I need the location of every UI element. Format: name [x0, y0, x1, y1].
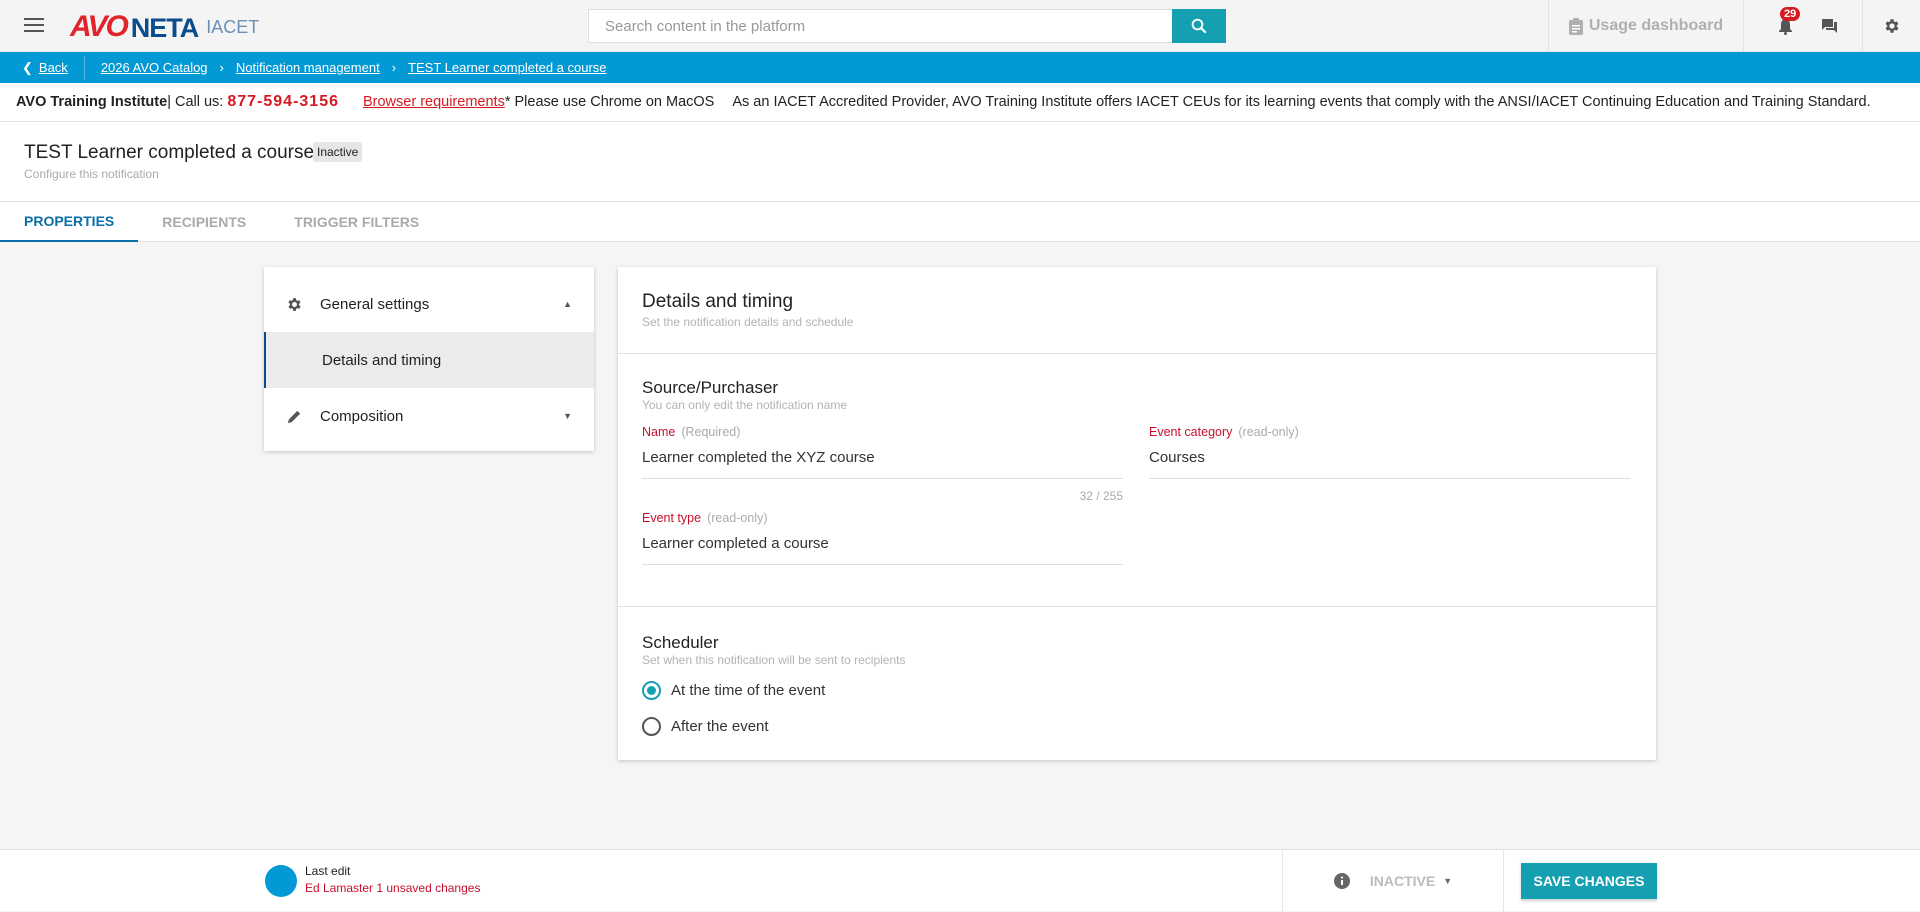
scheduler-header: Scheduler Set when this notification wil…	[642, 633, 905, 667]
section-subtitle: Set when this notification will be sent …	[642, 653, 906, 667]
section-title: Scheduler	[642, 633, 719, 652]
usage-dashboard-label: Usage dashboard	[1588, 17, 1724, 34]
clipboard-icon	[1568, 17, 1583, 35]
usage-dashboard-button[interactable]: Usage dashboard	[1548, 0, 1744, 52]
event-type-value: Learner completed a course	[642, 535, 1123, 565]
logo-iacet: IACET	[206, 17, 260, 37]
name-input[interactable]: Learner completed the XYZ course	[642, 449, 1123, 479]
section-subtitle: Set the notification details and schedul…	[642, 315, 854, 329]
tab-properties[interactable]: PROPERTIES	[0, 202, 139, 242]
gear-icon	[284, 296, 304, 313]
divider	[83, 55, 85, 80]
save-changes-button[interactable]: SAVE CHANGES	[1521, 863, 1657, 899]
chevron-left-icon: ❮	[22, 59, 33, 75]
radio-after-event[interactable]: After the event	[642, 717, 769, 736]
browser-note: * Please use Chrome on MacOS	[504, 94, 715, 110]
event-type-field: Event type (read-only) Learner completed …	[642, 511, 1123, 565]
nav-composition[interactable]: Composition ▼	[264, 388, 594, 444]
avatar	[265, 865, 297, 897]
page-header: TEST Learner completed a course Inactive…	[0, 122, 1920, 202]
section-subtitle: You can only edit the notification name	[642, 398, 848, 412]
status-dropdown[interactable]: INACTIVE ▼	[1282, 850, 1504, 912]
page-title: TEST Learner completed a course	[24, 142, 315, 163]
radio-label: At the time of the event	[671, 682, 826, 699]
browser-requirements-link[interactable]: Browser requirements	[363, 94, 505, 110]
phone-number: 877-594-3156	[227, 93, 339, 110]
chat-icon	[1821, 19, 1837, 33]
nav-details-and-timing[interactable]: Details and timing	[264, 332, 594, 388]
search-button[interactable]	[1172, 9, 1226, 43]
top-bar: AVO NETA IACET Search content in the platf…	[0, 0, 1920, 52]
field-label: Event category (read-only)	[1149, 425, 1299, 439]
caret-down-icon: ▼	[1443, 876, 1453, 886]
radio-selected-icon	[642, 681, 661, 700]
search-icon	[1191, 18, 1207, 34]
org-name: AVO Training Institute	[16, 94, 168, 110]
status-badge: Inactive	[313, 142, 363, 162]
hamburger-menu-icon[interactable]	[24, 16, 44, 34]
details-panel: Details and timing Set the notification …	[618, 267, 1656, 760]
settings-button[interactable]	[1862, 0, 1920, 52]
nav-label: Composition	[320, 407, 404, 425]
search-input[interactable]: Search content in the platform	[588, 9, 1172, 43]
notification-count-badge: 29	[1780, 7, 1801, 21]
info-icon	[1333, 873, 1350, 889]
tab-trigger-filters[interactable]: TRIGGER FILTERS	[270, 202, 443, 242]
event-category-value: Courses	[1149, 449, 1630, 479]
details-header: Details and timing Set the notification …	[618, 267, 1656, 354]
breadcrumb-notification-management[interactable]: Notification management	[236, 60, 380, 75]
info-banner: AVO Training Institute | Call us: 877-59…	[0, 83, 1920, 122]
logo-neta: NETA	[130, 13, 199, 43]
caret-down-icon: ▼	[563, 411, 572, 421]
accreditation-text: As an IACET Accredited Provider, AVO Tra…	[732, 94, 1871, 110]
settings-nav: General settings ▲ Details and timing Co…	[264, 267, 594, 451]
messages-button[interactable]	[1812, 0, 1846, 52]
field-label: Event type (read-only)	[642, 511, 768, 525]
caret-up-icon: ▲	[563, 299, 572, 309]
field-label: Name (Required)	[642, 425, 741, 439]
breadcrumb-catalog[interactable]: 2026 AVO Catalog	[101, 60, 208, 75]
unsaved-changes-text: Ed Lamaster 1 unsaved changes	[305, 881, 481, 895]
chevron-right-icon: ›	[391, 60, 397, 75]
radio-label: After the event	[671, 718, 769, 735]
nav-label: Details and timing	[322, 351, 442, 369]
page-subtitle: Configure this notification	[24, 167, 159, 181]
logo[interactable]: AVO NETA IACET	[70, 8, 259, 44]
breadcrumb-current[interactable]: TEST Learner completed a course	[408, 60, 606, 75]
radio-unselected-icon	[642, 717, 661, 736]
section-title: Details and timing	[642, 291, 794, 312]
event-category-field: Event category (read-only) Courses	[1149, 425, 1630, 479]
section-title: Source/Purchaser	[642, 378, 779, 397]
source-section: Source/Purchaser You can only edit the n…	[618, 354, 1656, 607]
call-label: | Call us:	[167, 94, 224, 110]
tab-recipients[interactable]: RECIPIENTS	[138, 202, 270, 242]
footer-bar: Last edit Ed Lamaster 1 unsaved changes …	[0, 849, 1920, 912]
breadcrumb: ❮ Back 2026 AVO Catalog › Notification m…	[0, 52, 1920, 83]
last-edit-label: Last edit	[305, 864, 351, 878]
logo-avo: AVO	[70, 10, 129, 43]
gear-icon	[1885, 19, 1898, 33]
nav-label: General settings	[320, 295, 430, 313]
back-link[interactable]: Back	[39, 60, 68, 75]
char-counter: 32 / 255	[1079, 489, 1123, 503]
tab-bar: PROPERTIES RECIPIENTS TRIGGER FILTERS	[0, 202, 1920, 242]
chevron-right-icon: ›	[219, 60, 224, 75]
radio-at-time-of-event[interactable]: At the time of the event	[642, 681, 825, 700]
name-field[interactable]: Name (Required) Learner completed the XYZ…	[642, 425, 1123, 503]
pencil-icon	[284, 409, 304, 424]
nav-general-settings[interactable]: General settings ▲	[264, 276, 594, 332]
status-value: INACTIVE	[1369, 873, 1436, 889]
